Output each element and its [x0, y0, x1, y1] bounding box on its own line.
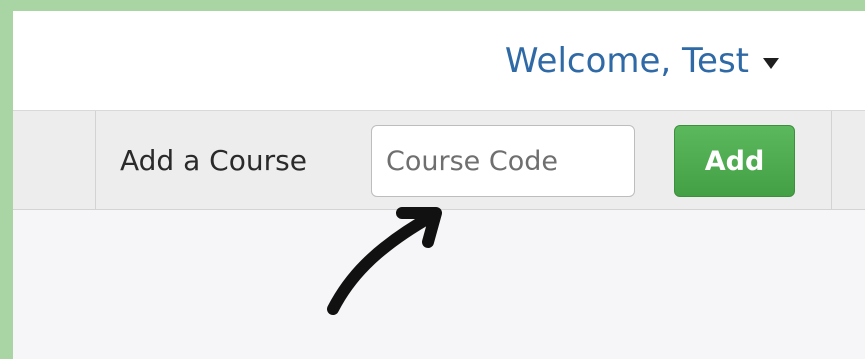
toolbar-divider-right	[831, 111, 832, 209]
course-code-input[interactable]	[371, 125, 635, 197]
user-menu-dropdown[interactable]: Welcome, Test	[505, 41, 779, 81]
toolbar-divider-left	[95, 111, 96, 209]
add-course-button[interactable]: Add	[674, 125, 795, 197]
add-course-label: Add a Course	[120, 144, 307, 177]
app-window: Welcome, Test Add a Course Add	[13, 11, 865, 359]
top-navigation-bar: Welcome, Test	[13, 11, 865, 111]
caret-down-icon	[763, 57, 779, 69]
welcome-user-label: Welcome, Test	[504, 41, 749, 81]
add-course-toolbar: Add a Course Add	[13, 111, 865, 210]
